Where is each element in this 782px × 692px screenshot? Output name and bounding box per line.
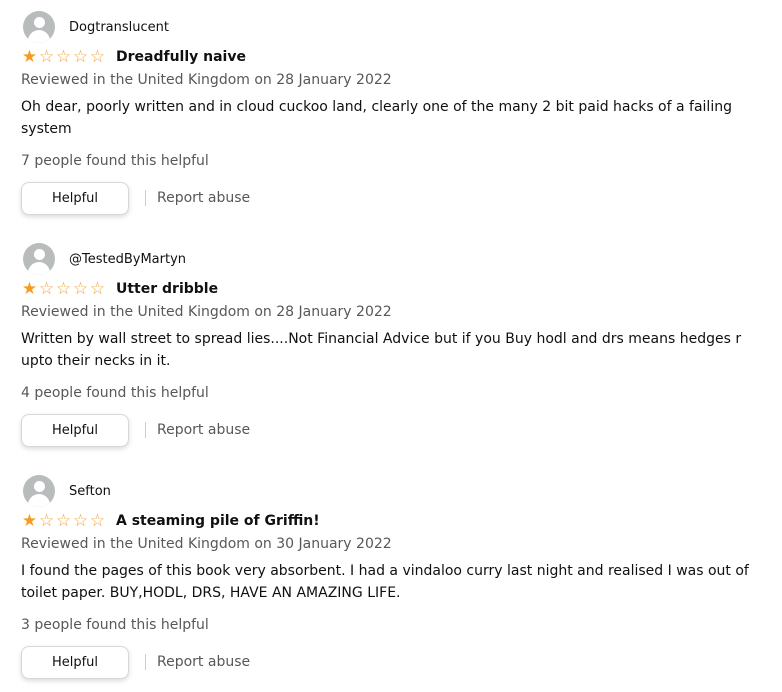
reviewer-name[interactable]: @TestedByMartyn [69,252,186,267]
star-rating[interactable]: ★ ☆ ☆ ☆ ☆ [21,512,106,530]
review-title[interactable]: Dreadfully naive [116,49,246,65]
star-empty-icon: ☆ [72,511,89,531]
report-abuse-link[interactable]: Report abuse [157,422,250,438]
avatar [23,11,55,43]
review-body: Written by wall street to spread lies...… [21,331,742,369]
star-empty-icon: ☆ [55,511,72,531]
review-body: Oh dear, poorly written and in cloud cuc… [21,99,732,137]
divider [145,654,146,670]
star-empty-icon: ☆ [89,511,106,531]
star-filled-icon: ★ [21,511,38,531]
divider [145,190,146,206]
review-date: Reviewed in the United Kingdom on 28 Jan… [21,304,392,320]
helpful-button[interactable]: Helpful [21,181,129,215]
review-date: Reviewed in the United Kingdom on 28 Jan… [21,72,392,88]
reviewer-profile[interactable]: @TestedByMartyn [23,243,186,275]
star-rating[interactable]: ★ ☆ ☆ ☆ ☆ [21,48,106,66]
reviewer-name[interactable]: Dogtranslucent [69,20,169,35]
avatar [23,243,55,275]
reviewer-profile[interactable]: Sefton [23,475,111,507]
star-rating[interactable]: ★ ☆ ☆ ☆ ☆ [21,280,106,298]
star-empty-icon: ☆ [38,511,55,531]
star-empty-icon: ☆ [38,279,55,299]
review-body: I found the pages of this book very abso… [21,563,749,601]
report-abuse-link[interactable]: Report abuse [157,190,250,206]
star-empty-icon: ☆ [72,47,89,67]
star-empty-icon: ☆ [89,47,106,67]
avatar [23,475,55,507]
helpful-count: 3 people found this helpful [21,617,209,633]
review-date: Reviewed in the United Kingdom on 30 Jan… [21,536,392,552]
star-empty-icon: ☆ [55,279,72,299]
helpful-button[interactable]: Helpful [21,645,129,679]
star-filled-icon: ★ [21,279,38,299]
review-title[interactable]: A steaming pile of Griffin! [116,513,320,529]
star-empty-icon: ☆ [38,47,55,67]
star-empty-icon: ☆ [72,279,89,299]
star-filled-icon: ★ [21,47,38,67]
helpful-button[interactable]: Helpful [21,413,129,447]
star-empty-icon: ☆ [55,47,72,67]
helpful-count: 4 people found this helpful [21,385,209,401]
helpful-count: 7 people found this helpful [21,153,209,169]
divider [145,422,146,438]
report-abuse-link[interactable]: Report abuse [157,654,250,670]
reviewer-name[interactable]: Sefton [69,484,111,499]
review-title[interactable]: Utter dribble [116,281,218,297]
star-empty-icon: ☆ [89,279,106,299]
reviewer-profile[interactable]: Dogtranslucent [23,11,169,43]
